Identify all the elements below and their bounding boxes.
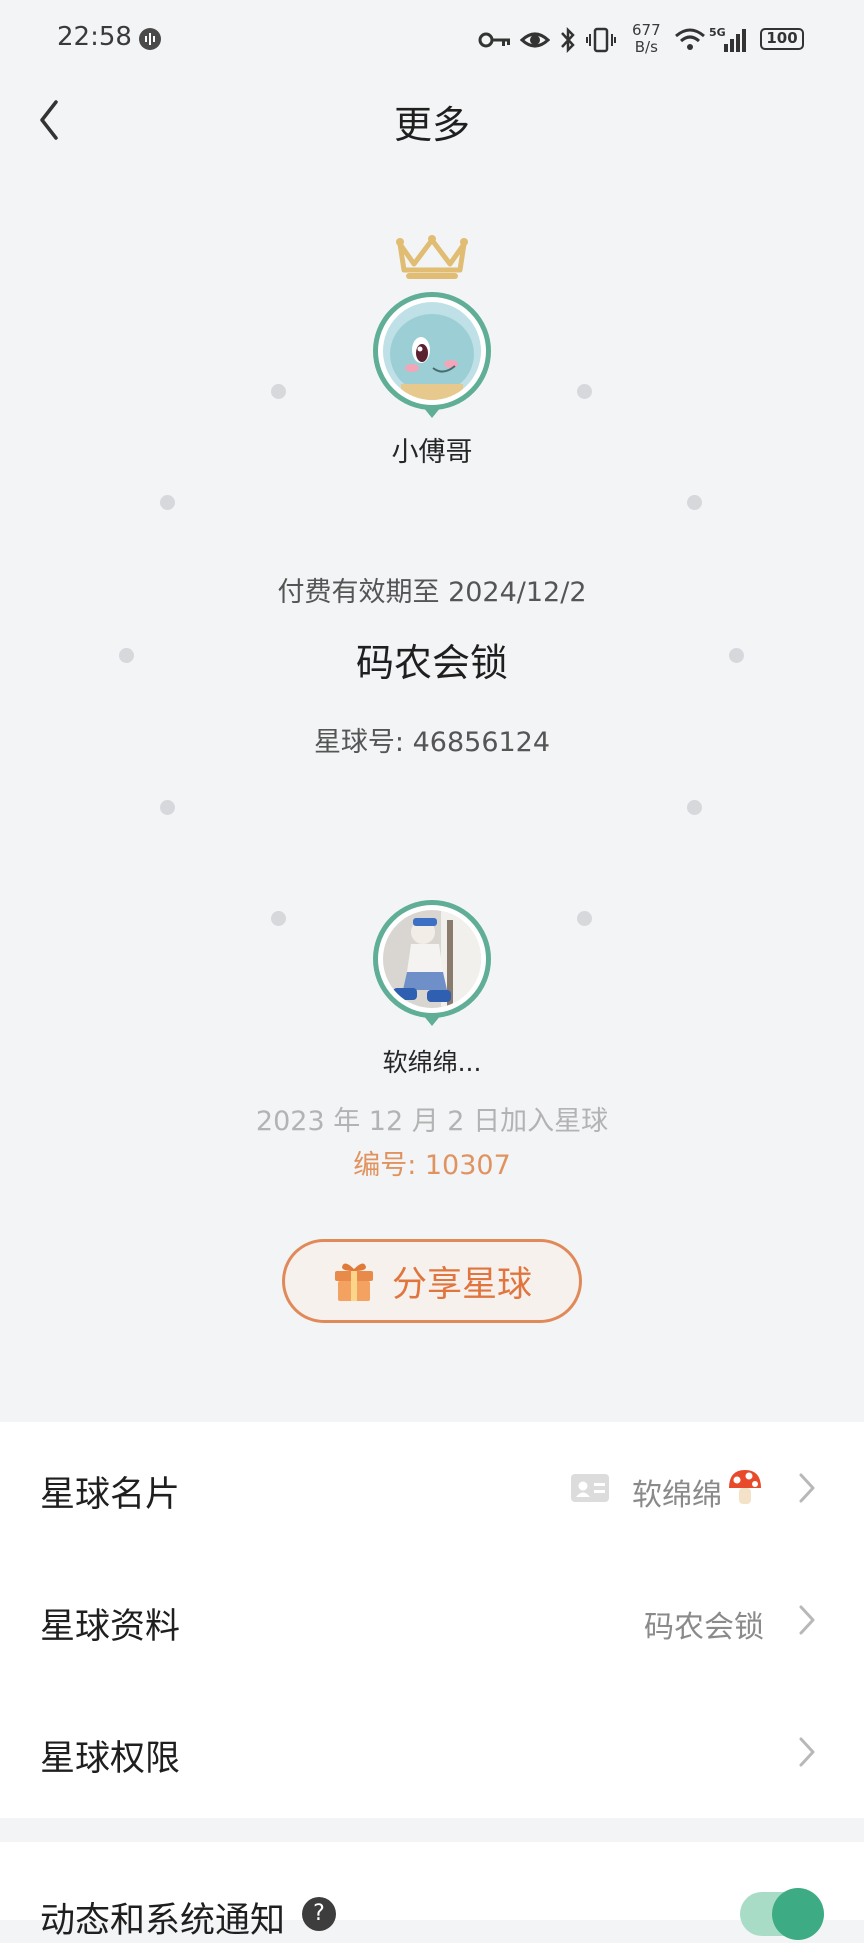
- chevron-right-icon: [799, 1605, 815, 1635]
- group-name: 码农会锁: [355, 641, 508, 685]
- vibrate-icon: [586, 27, 616, 53]
- join-date: 2023 年 12 月 2 日加入星球: [255, 1106, 609, 1137]
- status-icons: 677 B/s 5G 100: [478, 18, 818, 66]
- net-speed: 677 B/s: [632, 21, 661, 56]
- help-icon[interactable]: ?: [302, 1897, 336, 1931]
- eye-icon: [520, 32, 550, 48]
- owner-avatar[interactable]: [373, 292, 491, 418]
- share-group-button[interactable]: 分享星球: [282, 1239, 582, 1323]
- vpn-key-icon: [478, 32, 510, 48]
- row-value: 码农会锁: [644, 1610, 764, 1645]
- settings-row-group-permissions[interactable]: 星球权限: [0, 1686, 864, 1818]
- chevron-right-icon: [799, 1737, 815, 1767]
- battery-icon: 100: [760, 28, 804, 50]
- squirtle-avatar-image: [383, 302, 481, 400]
- member-name: 软绵绵...: [382, 1048, 482, 1077]
- row-label: 星球资料: [40, 1607, 181, 1647]
- settings-row-group-info[interactable]: 星球资料 码农会锁: [0, 1554, 864, 1686]
- gift-icon: [334, 1263, 373, 1301]
- recording-icon: [139, 28, 161, 50]
- notification-section: 动态和系统通知 ?: [0, 1842, 864, 1941]
- mushroom-emoji-icon: [729, 1470, 761, 1504]
- group-number: 星球号: 46856124: [313, 727, 551, 758]
- row-label: 星球名片: [40, 1475, 181, 1515]
- bluetooth-icon: [561, 26, 575, 54]
- member-avatar-image: [383, 910, 481, 1008]
- signal-icon: [724, 29, 746, 52]
- notification-toggle[interactable]: [740, 1888, 824, 1940]
- share-button-label: 分享星球: [391, 1264, 532, 1305]
- page-title: 更多: [393, 103, 470, 147]
- settings-list: 星球名片 软绵绵 星球资料 码农会锁 星球权限: [0, 1422, 864, 1818]
- expire-date: 付费有效期至 2024/12/2: [277, 577, 587, 608]
- row-label: 星球权限: [40, 1739, 181, 1779]
- crown-icon: [396, 235, 468, 279]
- member-number: 编号: 10307: [353, 1150, 511, 1181]
- id-card-icon: [571, 1474, 609, 1502]
- notification-label: 动态和系统通知: [40, 1901, 286, 1941]
- chevron-right-icon: [799, 1473, 815, 1503]
- row-value: 软绵绵: [632, 1478, 722, 1513]
- member-avatar[interactable]: [373, 900, 491, 1026]
- wifi-icon: [675, 28, 705, 50]
- settings-row-group-card[interactable]: 星球名片 软绵绵: [0, 1422, 864, 1554]
- owner-name: 小傅哥: [391, 437, 473, 468]
- status-time: 22:58: [57, 22, 132, 52]
- toggle-knob: [772, 1888, 824, 1940]
